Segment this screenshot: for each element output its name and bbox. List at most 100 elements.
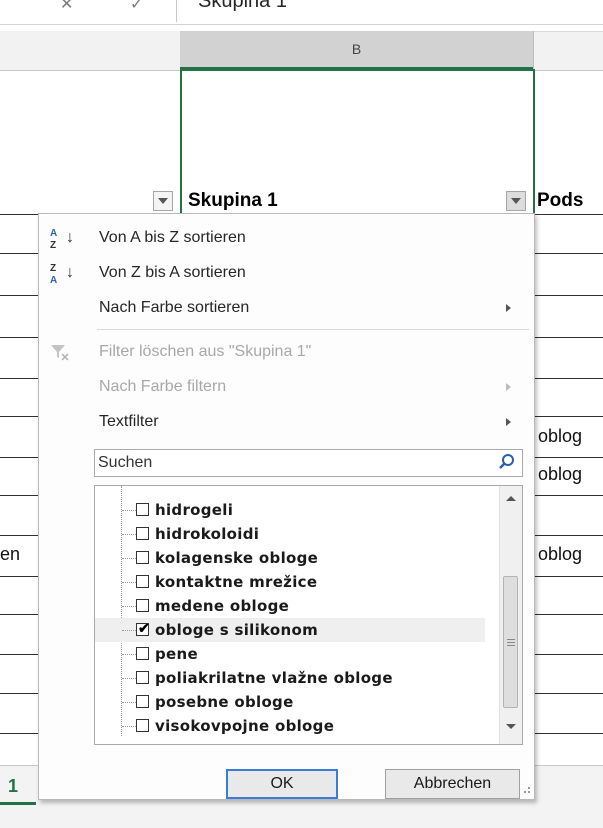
column-header-b-label: B [351,41,362,57]
tree-line [122,726,136,727]
chevron-down-icon [511,198,521,204]
formula-bar-enter-icon[interactable]: ✓ [130,0,143,14]
grid-line [0,378,38,379]
menu-label: Textfilter [99,413,159,430]
submenu-arrow-icon [506,418,511,426]
list-item[interactable]: kolagenske obloge [95,546,485,570]
formula-bar-cancel-icon[interactable]: ✕ [60,0,73,14]
grid-line [0,337,38,338]
tree-line [122,678,136,679]
tree-line [122,582,136,583]
grid-line [0,295,38,296]
list-item[interactable]: medene obloge [95,594,485,618]
checkmark-icon: ✔ [138,620,150,636]
cell-c[interactable]: oblog [538,426,582,447]
grid-line [0,457,38,458]
grid-line [0,654,38,655]
grid-line [0,733,38,734]
grid-line [533,214,603,215]
sort-arrow-icon: ↓ [66,264,74,281]
grid-line [533,457,603,458]
column-divider [533,31,534,69]
list-item-label: kolagenske obloge [155,549,319,567]
grid-line [533,614,603,615]
search-icon [499,454,514,469]
list-item[interactable]: hidrogeli [95,498,485,522]
grid-line [533,654,603,655]
checkbox[interactable] [136,695,149,708]
search-placeholder: Suchen [98,454,153,471]
tree-line [122,510,136,511]
tree-line [122,534,136,535]
menu-text-filter[interactable]: Textfilter [39,406,534,440]
submenu-arrow-icon [506,304,511,312]
checkbox[interactable] [136,719,149,732]
column-header-a[interactable] [0,31,180,69]
sort-a-z-icon: AZ [50,228,58,251]
checkbox-checked[interactable]: ✔ [136,620,150,636]
checkbox[interactable] [136,671,149,684]
grip-line [507,639,515,640]
sort-z-a-icon: ZA [50,263,58,286]
menu-sort-z-a[interactable]: ZA ↓ Von Z bis A sortieren [39,257,534,291]
list-item[interactable]: hidrokoloidi [95,522,485,546]
menu-label: Nach Farbe sortieren [99,299,250,316]
grid-line [0,495,38,496]
checkbox[interactable] [136,503,149,516]
chevron-down-icon [158,198,168,204]
cell-c[interactable]: oblog [538,544,582,565]
scroll-up-icon[interactable] [506,496,516,501]
tree-line [122,702,136,703]
filter-dropdown-button-a[interactable] [153,191,173,211]
tree-line [122,630,136,631]
list-item[interactable]: ✔ obloge s silikonom [95,618,485,642]
list-item-label: kontaktne mrežice [155,573,318,591]
cancel-button[interactable]: Abbrechen [385,769,520,799]
grip-line [507,645,515,646]
list-item[interactable]: pene [95,642,485,666]
checkbox[interactable] [136,527,149,540]
menu-sort-by-color[interactable]: Nach Farbe sortieren [39,292,534,326]
checkbox[interactable] [136,551,149,564]
formula-bar-value[interactable]: Skupina 1 [198,0,287,13]
header-cell-pods[interactable]: Pods [537,190,583,212]
list-item-label: medene obloge [155,597,290,615]
checkbox[interactable] [136,575,149,588]
menu-label: Nach Farbe filtern [99,378,227,395]
menu-label: Von Z bis A sortieren [99,264,246,281]
ok-button[interactable]: OK [226,769,338,799]
list-item[interactable]: posebne obloge [95,690,485,714]
cell-a[interactable]: en [0,544,20,565]
list-item-label: pene [155,645,198,663]
scroll-down-icon[interactable] [506,724,516,729]
list-scrollbar[interactable] [499,486,522,744]
grid-line [533,378,603,379]
grid-line [0,576,38,577]
resize-grip-icon[interactable] [520,785,530,795]
list-item-label: hidrokoloidi [155,525,260,543]
grid-line [533,416,603,417]
sheet-tab-underline [0,802,36,805]
search-input[interactable]: Suchen [94,449,523,477]
menu-sort-a-z[interactable]: AZ ↓ Von A bis Z sortieren [39,222,534,256]
checkbox[interactable] [136,647,149,660]
menu-filter-by-color: Nach Farbe filtern [39,371,534,405]
filter-dropdown-button-b[interactable] [506,191,526,211]
cell-c[interactable]: oblog [538,464,582,485]
checkbox[interactable] [136,599,149,612]
grid-line [533,576,603,577]
submenu-arrow-icon [506,383,511,391]
clear-filter-icon [51,345,69,361]
formula-bar-divider [176,0,177,22]
grid-line [533,495,603,496]
list-item-label: poliakrilatne vlažne obloge [155,669,393,687]
list-item-label: visokovpojne obloge [155,717,335,735]
sheet-tab[interactable]: 1 [8,776,18,797]
menu-separator [97,329,529,330]
list-item[interactable]: kontaktne mrežice [95,570,485,594]
list-item[interactable]: poliakrilatne vlažne obloge [95,666,485,690]
list-item[interactable]: visokovpojne obloge [95,714,485,738]
scroll-thumb[interactable] [503,576,518,708]
header-cell-skupina[interactable]: Skupina 1 [188,190,278,212]
grid-line [533,337,603,338]
